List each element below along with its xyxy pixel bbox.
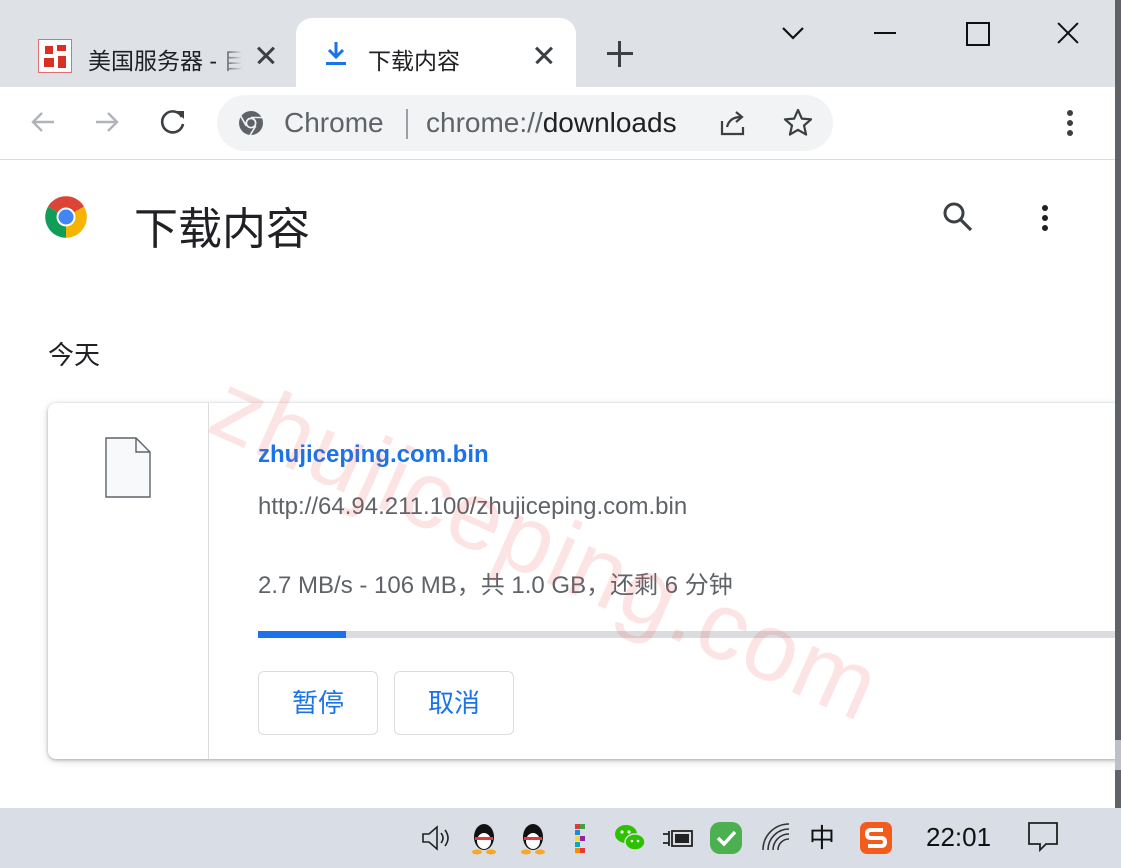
download-progress-fill [258, 631, 346, 638]
tab-downloads[interactable]: 下载内容 [296, 18, 576, 90]
qq-icon[interactable] [466, 820, 502, 856]
tab-title: 美国服务器 - 目 [88, 42, 242, 76]
chrome-page-icon[interactable] [237, 109, 265, 137]
close-tab-icon[interactable] [529, 40, 559, 70]
forward-icon[interactable] [92, 107, 122, 137]
pause-button[interactable]: 暂停 [258, 671, 378, 735]
close-window-button[interactable] [1055, 20, 1081, 46]
card-divider [208, 403, 209, 759]
maximize-button[interactable] [964, 20, 990, 46]
search-icon[interactable] [940, 199, 974, 233]
ime-icon[interactable]: 中 [804, 820, 840, 856]
download-icon [326, 42, 346, 65]
minimize-button[interactable] [872, 20, 898, 46]
tab-usa-server[interactable]: 美国服务器 - 目 [22, 22, 292, 87]
qq-icon[interactable] [515, 820, 551, 856]
download-progress-bar [258, 631, 1115, 638]
browser-menu-icon[interactable] [1066, 108, 1074, 138]
tab-title: 下载内容 [368, 48, 460, 74]
wechat-icon[interactable] [612, 820, 648, 856]
omnibox-chip: Chrome [284, 107, 384, 138]
site-seal-icon [38, 39, 72, 73]
tab-search-chevron-icon[interactable] [780, 20, 806, 46]
window-right-border [1115, 0, 1121, 808]
share-icon[interactable] [717, 107, 749, 139]
chrome-logo-icon [45, 196, 87, 238]
taskbar: 中 22:01 [0, 808, 1121, 868]
download-file-name-link[interactable]: zhujiceping.com.bin [258, 441, 489, 469]
notification-icon[interactable] [1026, 820, 1060, 854]
new-tab-button[interactable] [605, 39, 635, 69]
tab-strip: 美国服务器 - 目 下载内容 [0, 0, 1115, 90]
downloads-page: 下载内容 今天 zhujiceping.com.bin http://64.94… [0, 161, 1115, 809]
wifi-icon[interactable] [758, 820, 794, 856]
download-status: 2.7 MB/s - 106 MB，共 1.0 GB，还剩 6 分钟 [258, 572, 733, 599]
date-section-label: 今天 [48, 340, 101, 370]
back-icon[interactable] [28, 107, 58, 137]
download-item-card: zhujiceping.com.bin http://64.94.211.100… [48, 403, 1115, 759]
power-plug-icon[interactable] [660, 820, 696, 856]
color-app-icon[interactable] [564, 820, 600, 856]
volume-icon[interactable] [418, 820, 454, 856]
omnibox[interactable]: Chrome chrome://downloads [217, 95, 833, 151]
bookmark-star-icon[interactable] [782, 107, 814, 139]
file-icon [105, 437, 151, 498]
omnibox-separator [406, 109, 408, 139]
close-tab-icon[interactable] [251, 40, 281, 70]
cancel-button[interactable]: 取消 [394, 671, 514, 735]
security-check-icon[interactable] [708, 820, 744, 856]
browser-toolbar: Chrome chrome://downloads [0, 87, 1115, 160]
sogou-icon[interactable] [858, 820, 894, 856]
url-text[interactable]: chrome://downloads [426, 107, 688, 139]
page-menu-icon[interactable] [1041, 203, 1049, 233]
reload-icon[interactable] [158, 107, 188, 137]
page-title: 下载内容 [134, 205, 310, 254]
taskbar-clock[interactable]: 22:01 [926, 822, 991, 853]
download-source-url[interactable]: http://64.94.211.100/zhujiceping.com.bin [258, 493, 687, 521]
